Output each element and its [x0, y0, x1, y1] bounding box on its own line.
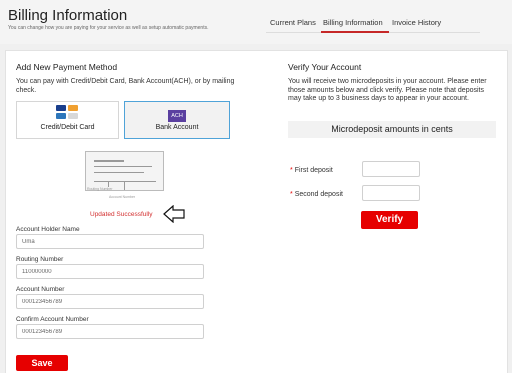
account-holder-label: Account Holder Name: [16, 226, 80, 233]
second-deposit-input[interactable]: [362, 185, 420, 201]
required-mark: *: [290, 191, 293, 198]
account-number-input[interactable]: [16, 294, 204, 309]
tab-invoice-history[interactable]: Invoice History: [392, 18, 441, 27]
routing-number-label: Routing Number: [16, 256, 64, 263]
credit-debit-card-label: Credit/Debit Card: [40, 124, 95, 131]
page-title: Billing Information: [8, 7, 128, 24]
left-arrow-icon: [163, 205, 185, 223]
add-payment-heading: Add New Payment Method: [16, 62, 118, 72]
active-tab-indicator: [321, 31, 389, 33]
page-header: Billing Information You can change how y…: [0, 0, 512, 44]
account-number-label: Account Number: [16, 286, 65, 293]
verify-heading: Verify Your Account: [288, 62, 362, 72]
first-deposit-input[interactable]: [362, 161, 420, 177]
status-message: Updated Successfully: [90, 211, 153, 218]
first-deposit-text: First deposit: [294, 167, 333, 174]
save-button[interactable]: Save: [16, 355, 68, 371]
first-deposit-label: * First deposit: [290, 167, 333, 174]
microdeposit-title: Microdeposit amounts in cents: [288, 121, 496, 138]
tab-billing-information[interactable]: Billing Information: [323, 18, 383, 27]
bank-account-label: Bank Account: [155, 124, 199, 131]
ach-icon: ACH: [168, 110, 186, 122]
second-deposit-label: * Second deposit: [290, 191, 343, 198]
tab-current-plans[interactable]: Current Plans: [270, 18, 316, 27]
required-mark: *: [290, 167, 293, 174]
second-deposit-text: Second deposit: [294, 191, 343, 198]
confirm-account-number-input[interactable]: [16, 324, 204, 339]
check-account-label: Account Number: [109, 195, 136, 199]
routing-number-input[interactable]: [16, 264, 204, 279]
verify-button[interactable]: Verify: [361, 211, 418, 229]
page-subtitle: You can change how you are paying for yo…: [8, 25, 209, 31]
verify-description: You will receive two microdeposits in yo…: [288, 78, 487, 102]
payment-description: You can pay with Credit/Debit Card, Bank…: [16, 78, 235, 94]
credit-debit-card-option[interactable]: Credit/Debit Card: [16, 101, 119, 139]
account-holder-input[interactable]: [16, 234, 204, 249]
check-routing-label: Routing Number: [87, 187, 113, 191]
check-illustration: [85, 151, 164, 191]
confirm-account-number-label: Confirm Account Number: [16, 316, 89, 323]
